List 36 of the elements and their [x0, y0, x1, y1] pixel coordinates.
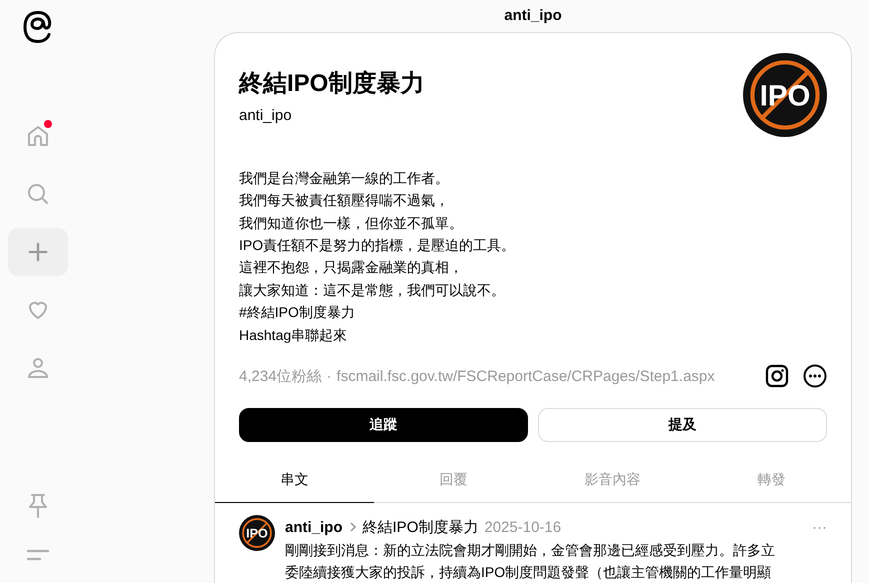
post-more-button[interactable]: ··· [812, 518, 827, 536]
plus-icon [27, 241, 49, 263]
bio-line: 讓大家知道：這不是常態，我們可以說不。 [239, 280, 506, 300]
bio-line: 我們是台灣金融第一線的工作者。 [239, 168, 450, 188]
follow-button[interactable]: 追蹤 [239, 408, 528, 442]
chevron-right-icon [348, 521, 357, 533]
post-topic[interactable]: 終結IPO制度暴力 [362, 518, 478, 536]
follower-count[interactable]: 4,234位粉絲 [239, 366, 322, 386]
bio-line: Hashtag串聯起來 [239, 326, 348, 345]
profile-tab[interactable]: 轉發 [692, 458, 851, 503]
profile-handle: anti_ipo [239, 106, 293, 124]
post-text-line: 委陸續接獲大家的投訴，持續為IPO制度問題發聲（也讓主管機關的工作量明顯 [285, 563, 772, 582]
person-icon [26, 356, 50, 380]
create-nav-button[interactable] [8, 228, 68, 276]
post-date: 2025-10-16 [484, 518, 562, 536]
page-title: anti_ipo [503, 6, 563, 26]
profile-name: 終結IPO制度暴力 [239, 68, 424, 99]
bio-line: IPO責任額不是努力的指標，是壓迫的工具。 [239, 236, 516, 255]
bio-line: #終結IPO制度暴力 [239, 303, 356, 322]
bio-line: 我們知道你也一樣，但你並不孤單。 [239, 214, 464, 233]
separator-dot: · [326, 368, 332, 384]
post-author[interactable]: anti_ipo [285, 518, 343, 536]
mention-button[interactable]: 提及 [538, 408, 827, 442]
instagram-icon[interactable] [765, 364, 789, 388]
profile-link[interactable]: fscmail.fsc.gov.tw/FSCReportCase/CRPages/Step1.aspx [336, 368, 715, 384]
home-icon [26, 124, 50, 148]
bio-line: 我們每天被責任額壓得喘不過氣， [239, 191, 450, 210]
menu-icon[interactable] [27, 549, 49, 561]
profile-tab[interactable]: 回覆 [374, 458, 533, 503]
bio-line: 這裡不抱怨，只揭露金融業的真相， [239, 258, 464, 278]
pin-icon[interactable] [27, 493, 49, 519]
profile-tab[interactable]: 影音內容 [533, 458, 692, 503]
post-text-line: 剛剛接到消息：新的立法院會期才剛開始，金管會那邊已經感受到壓力。許多立 [285, 541, 776, 560]
profile-tab[interactable]: 串文 [215, 458, 374, 503]
search-icon [26, 182, 50, 206]
more-circle-icon[interactable] [803, 364, 827, 388]
